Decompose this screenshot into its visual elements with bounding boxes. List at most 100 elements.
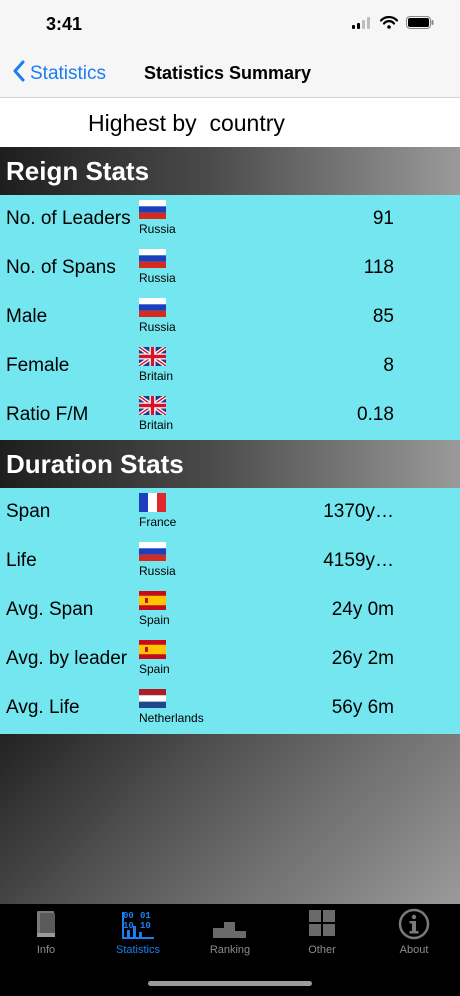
duration-stats-header: Duration Stats <box>0 440 460 488</box>
stat-row[interactable]: No. of Spans Russia 118 <box>0 244 460 293</box>
subtitle: Highest by country <box>88 110 285 136</box>
flag-cell: Netherlands <box>139 689 204 725</box>
country-name: Britain <box>139 369 174 383</box>
france-flag-icon <box>139 493 166 512</box>
subtitle-bar: Highest by country <box>0 99 460 147</box>
stat-label: Avg. by leader <box>6 648 128 669</box>
chevron-left-icon <box>12 60 30 88</box>
book-icon <box>0 908 92 940</box>
stat-label: Female <box>6 355 70 376</box>
flag-cell: Russia <box>139 542 176 578</box>
country-name: France <box>139 515 177 529</box>
tab-label: Statistics <box>115 944 160 956</box>
russia-flag-icon <box>139 542 166 561</box>
stat-row[interactable]: Avg. Life Netherlands 56y 6m <box>0 684 460 733</box>
svg-text:01: 01 <box>140 911 151 921</box>
flag-cell: Russia <box>139 298 176 334</box>
spain-flag-icon <box>139 640 166 659</box>
section-title: Reign Stats <box>6 156 150 186</box>
stat-value: 118 <box>363 257 394 278</box>
flag-cell: Russia <box>139 249 176 285</box>
svg-text:10: 10 <box>140 921 151 931</box>
stat-value: 24y 0m <box>331 599 394 620</box>
britain-flag-icon <box>139 396 166 415</box>
country-name: Russia <box>139 320 176 334</box>
country-name: Spain <box>139 613 170 627</box>
back-button[interactable]: Statistics <box>12 60 106 88</box>
russia-flag-icon <box>139 249 166 268</box>
stat-label: No. of Leaders <box>6 208 131 229</box>
stat-value: 1370y… <box>323 501 394 522</box>
tab-statistics[interactable]: 00 01 10 10 Statistics <box>92 908 184 964</box>
svg-text:00: 00 <box>123 911 134 921</box>
statistics-icon: 00 01 10 10 <box>92 908 184 940</box>
battery-icon <box>406 16 434 34</box>
stat-row[interactable]: Span France 1370y… <box>0 488 460 537</box>
country-name: Spain <box>139 662 170 676</box>
status-time: 3:41 <box>46 14 83 34</box>
country-name: Britain <box>139 418 174 432</box>
stat-row[interactable]: Ratio F/M Britain 0.18 <box>0 391 460 440</box>
stat-value: 26y 2m <box>331 648 394 669</box>
russia-flag-icon <box>139 200 166 219</box>
wifi-icon <box>379 16 399 34</box>
flag-cell: Britain <box>139 396 173 432</box>
navigation-bar: Statistics Statistics Summary <box>0 50 460 98</box>
flag-cell: Russia <box>139 200 176 236</box>
flag-cell: Spain <box>139 591 170 627</box>
back-button-label: Statistics <box>30 63 107 84</box>
country-name: Russia <box>139 222 176 236</box>
spain-flag-icon <box>139 591 166 610</box>
country-name: Russia <box>139 271 176 285</box>
stat-label: Avg. Span <box>6 599 94 620</box>
reign-stats-list: No. of Leaders Russia 91 No. of Spans Ru… <box>0 195 460 440</box>
stat-label: Male <box>6 306 48 327</box>
status-icons <box>352 16 434 34</box>
netherlands-flag-icon <box>139 689 166 708</box>
tab-label: Info <box>36 944 56 956</box>
stat-label: Avg. Life <box>6 697 80 718</box>
reign-stats-header: Reign Stats <box>0 147 460 195</box>
stat-label: Life <box>6 550 37 571</box>
home-indicator[interactable] <box>148 981 312 986</box>
grid-icon <box>276 908 368 940</box>
stat-value: 56y 6m <box>331 697 394 718</box>
stat-value: 91 <box>372 208 394 229</box>
country-name: Russia <box>139 564 176 578</box>
stat-value: 0.18 <box>357 404 394 425</box>
tab-ranking[interactable]: Ranking <box>184 908 276 964</box>
stat-row[interactable]: Avg. by leader Spain 26y 2m <box>0 635 460 684</box>
flag-cell: Britain <box>139 347 173 383</box>
tab-label: Other <box>308 944 336 956</box>
flag-cell: Spain <box>139 640 170 676</box>
stat-row[interactable]: No. of Leaders Russia 91 <box>0 195 460 244</box>
russia-flag-icon <box>139 298 166 317</box>
stat-row[interactable]: Female Britain 8 <box>0 342 460 391</box>
stat-row[interactable]: Male Russia 85 <box>0 293 460 342</box>
tab-info[interactable]: Info <box>0 908 92 964</box>
svg-text:10: 10 <box>123 921 134 931</box>
signal-icon <box>352 16 372 34</box>
section-title: Duration Stats <box>6 449 184 479</box>
stat-value: 8 <box>383 355 394 376</box>
britain-flag-icon <box>139 347 166 366</box>
info-icon <box>368 908 460 940</box>
stat-label: Span <box>6 501 51 522</box>
duration-stats-list: Span France 1370y… Life Russia 4159y… Av… <box>0 488 460 734</box>
stat-label: No. of Spans <box>6 257 116 278</box>
flag-cell: France <box>139 493 176 529</box>
stat-row[interactable]: Life Russia 4159y… <box>0 537 460 586</box>
page-title: Statistics Summary <box>144 63 312 83</box>
tab-label: About <box>399 944 429 956</box>
tab-other[interactable]: Other <box>276 908 368 964</box>
stat-value: 85 <box>372 306 394 327</box>
stat-label: Ratio F/M <box>6 404 89 425</box>
status-bar: 3:41 <box>0 0 460 50</box>
stat-row[interactable]: Avg. Span Spain 24y 0m <box>0 586 460 635</box>
podium-icon <box>184 908 276 940</box>
stat-value: 4159y… <box>323 550 394 571</box>
tab-label: Ranking <box>209 944 251 956</box>
background-area <box>0 734 460 904</box>
tab-about[interactable]: About <box>368 908 460 964</box>
country-name: Netherlands <box>139 711 204 725</box>
